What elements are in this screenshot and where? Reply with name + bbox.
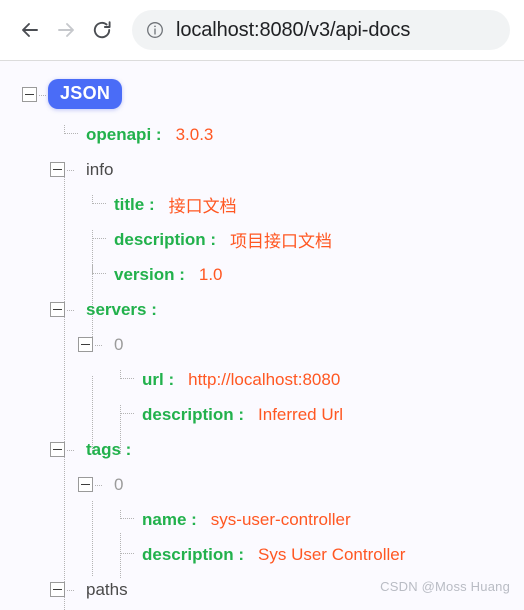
address-bar-url: localhost:8080/v3/api-docs <box>176 18 411 41</box>
key-servers: servers : <box>86 299 157 319</box>
key-description: description : <box>142 544 245 564</box>
key-openapi: openapi : <box>86 124 162 144</box>
value-name: sys-user-controller <box>210 509 351 529</box>
key-description: description : <box>114 229 217 249</box>
collapse-toggle-root[interactable] <box>22 87 46 102</box>
tree-row-tags: tags : <box>0 432 524 467</box>
collapse-toggle-servers-0[interactable] <box>78 337 102 352</box>
collapse-toggle-tags[interactable] <box>50 442 74 457</box>
tree-row-info-title: title : 接口文档 <box>0 187 524 222</box>
tree-connector <box>64 125 78 134</box>
tree-connector <box>92 265 106 274</box>
key-url: url : <box>142 369 175 389</box>
collapse-toggle-paths[interactable] <box>50 582 74 597</box>
tree-row-tags-0-name: name : sys-user-controller <box>0 502 524 537</box>
tree-row-servers-0-url: url : http://localhost:8080 <box>0 362 524 397</box>
tree-connector <box>92 230 106 239</box>
value-description: Sys User Controller <box>258 544 406 564</box>
csdn-watermark: CSDN @Moss Huang <box>380 579 510 594</box>
forward-arrow-icon <box>55 19 77 41</box>
value-description: Inferred Url <box>258 404 344 424</box>
tree-row-info-description: description : 项目接口文档 <box>0 222 524 257</box>
key-version: version : <box>114 264 185 284</box>
tree-connector <box>120 405 134 414</box>
tree-connector <box>92 195 106 204</box>
forward-button[interactable] <box>48 12 84 48</box>
value-title: 接口文档 <box>168 197 237 216</box>
key-paths: paths <box>86 579 128 599</box>
back-arrow-icon <box>19 19 41 41</box>
tree-row-info-version: version : 1.0 <box>0 257 524 292</box>
tree-connector <box>120 370 134 379</box>
tree-row-tags-0: 0 <box>0 467 524 502</box>
key-info: info <box>86 159 114 179</box>
json-tree-viewer: JSON openapi : 3.0.3 info title : 接口文档 d… <box>0 61 524 610</box>
info-circle-icon[interactable] <box>146 21 164 39</box>
key-tags: tags : <box>86 439 132 459</box>
value-version: 1.0 <box>198 264 223 284</box>
tree-row-root: JSON <box>0 75 524 117</box>
json-tab-badge[interactable]: JSON <box>48 79 123 109</box>
collapse-toggle-info[interactable] <box>50 162 74 177</box>
reload-button[interactable] <box>84 12 120 48</box>
value-url: http://localhost:8080 <box>188 369 341 389</box>
tree-row-servers: servers : <box>0 292 524 327</box>
browser-toolbar: localhost:8080/v3/api-docs <box>0 0 524 61</box>
tree-row-openapi: openapi : 3.0.3 <box>0 117 524 152</box>
tree-row-info: info <box>0 152 524 187</box>
collapse-toggle-servers[interactable] <box>50 302 74 317</box>
tree-row-tags-0-description: description : Sys User Controller <box>0 537 524 572</box>
collapse-toggle-tags-0[interactable] <box>78 477 102 492</box>
tree-row-servers-0-description: description : Inferred Url <box>0 397 524 432</box>
address-bar[interactable]: localhost:8080/v3/api-docs <box>132 10 510 50</box>
reload-icon <box>91 19 113 41</box>
tree-row-servers-0: 0 <box>0 327 524 362</box>
key-description: description : <box>142 404 245 424</box>
value-description: 项目接口文档 <box>230 232 333 251</box>
back-button[interactable] <box>12 12 48 48</box>
tree-connector <box>120 545 134 554</box>
tree-connector <box>120 510 134 519</box>
index-tags-0: 0 <box>114 474 124 494</box>
key-title: title : <box>114 194 155 214</box>
key-name: name : <box>142 509 197 529</box>
value-openapi: 3.0.3 <box>175 124 214 144</box>
index-servers-0: 0 <box>114 334 124 354</box>
